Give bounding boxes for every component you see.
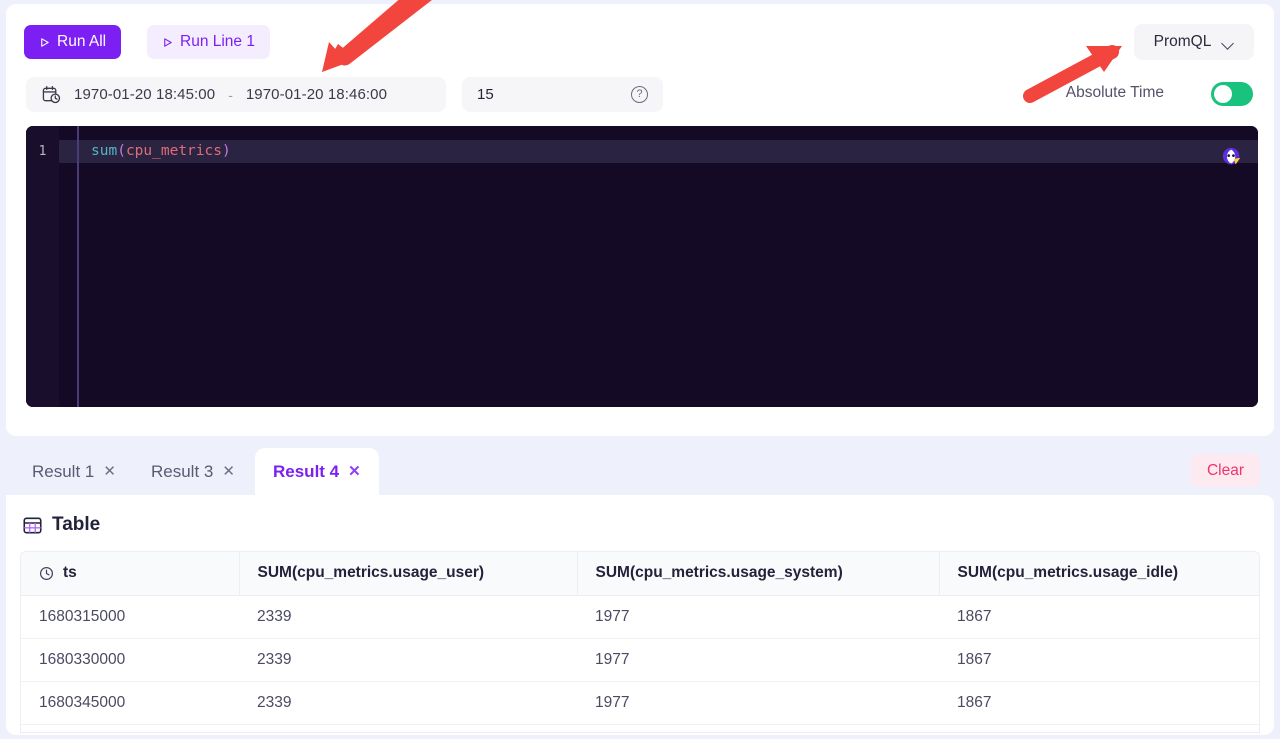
table-row[interactable]: 1680360000 2339 1977 1867 bbox=[21, 724, 1260, 733]
cell-usage-idle: 1867 bbox=[939, 595, 1260, 638]
result-tab-3[interactable]: Result 3 ✕ bbox=[133, 448, 253, 495]
code-token-close-paren: ) bbox=[222, 143, 231, 159]
table-header-row: ts SUM(cpu_metrics.usage_user) SUM(cpu_m… bbox=[21, 552, 1260, 595]
table-body: 1680315000 2339 1977 1867 1680330000 233… bbox=[21, 595, 1260, 733]
result-panel: Table bbox=[6, 495, 1274, 735]
chevron-down-icon bbox=[1223, 39, 1234, 46]
time-range-separator: - bbox=[228, 87, 233, 103]
play-triangle-icon bbox=[162, 37, 173, 48]
time-range-picker[interactable]: 1970-01-20 18:45:00 - 1970-01-20 18:46:0… bbox=[26, 77, 446, 112]
result-tab-1-close-icon[interactable]: ✕ bbox=[103, 464, 116, 479]
table-head: ts SUM(cpu_metrics.usage_user) SUM(cpu_m… bbox=[21, 552, 1260, 595]
run-all-button[interactable]: Run All bbox=[24, 25, 121, 59]
result-tabs: Result 1 ✕ Result 3 ✕ Result 4 ✕ Clear bbox=[0, 448, 1280, 495]
assistant-penguin-icon[interactable] bbox=[1221, 146, 1243, 168]
result-tab-3-close-icon[interactable]: ✕ bbox=[222, 464, 235, 479]
table-row[interactable]: 1680315000 2339 1977 1867 bbox=[21, 595, 1260, 638]
table-col-usage-system[interactable]: SUM(cpu_metrics.usage_system) bbox=[577, 552, 939, 595]
result-tab-1-label: Result 1 bbox=[32, 462, 94, 482]
code-token-function: sum bbox=[91, 143, 117, 159]
result-tab-1[interactable]: Result 1 ✕ bbox=[14, 448, 134, 495]
run-line-label: Run Line 1 bbox=[180, 33, 255, 51]
cell-ts: 1680345000 bbox=[21, 681, 239, 724]
code-token-identifier: cpu_metrics bbox=[126, 143, 222, 159]
result-tab-4[interactable]: Result 4 ✕ bbox=[255, 448, 379, 495]
editor-code-line[interactable]: sum(cpu_metrics) bbox=[91, 140, 231, 163]
query-editor[interactable]: 1 sum(cpu_metrics) bbox=[26, 126, 1258, 407]
question-circle-icon[interactable]: ? bbox=[631, 86, 648, 103]
query-console-app: Run All Run Line 1 PromQL bbox=[0, 0, 1280, 739]
table-col-usage-user[interactable]: SUM(cpu_metrics.usage_user) bbox=[239, 552, 577, 595]
query-panel: Run All Run Line 1 PromQL bbox=[6, 4, 1274, 436]
table-col-usage-user-label: SUM(cpu_metrics.usage_user) bbox=[258, 564, 485, 581]
cell-usage-system: 1977 bbox=[577, 681, 939, 724]
table-grid-icon bbox=[23, 516, 42, 535]
step-input[interactable] bbox=[477, 86, 617, 103]
calendar-clock-icon bbox=[42, 85, 61, 104]
cell-usage-user: 2339 bbox=[239, 595, 577, 638]
run-all-label: Run All bbox=[57, 33, 106, 51]
editor-line-number: 1 bbox=[26, 140, 59, 163]
clear-button-label: Clear bbox=[1207, 462, 1244, 480]
toggle-knob bbox=[1214, 85, 1232, 103]
cell-ts: 1680330000 bbox=[21, 638, 239, 681]
time-range-start: 1970-01-20 18:45:00 bbox=[74, 86, 215, 103]
result-tab-4-close-icon[interactable]: ✕ bbox=[348, 464, 361, 479]
cell-usage-user: 2339 bbox=[239, 724, 577, 733]
result-table: ts SUM(cpu_metrics.usage_user) SUM(cpu_m… bbox=[21, 552, 1260, 733]
absolute-time-label: Absolute Time bbox=[1066, 84, 1164, 102]
result-section-title: Table bbox=[23, 514, 100, 536]
result-tab-4-label: Result 4 bbox=[273, 462, 339, 482]
cell-usage-idle: 1867 bbox=[939, 638, 1260, 681]
editor-gutter-rule bbox=[77, 126, 79, 407]
clear-button[interactable]: Clear bbox=[1191, 454, 1260, 487]
cell-usage-system: 1977 bbox=[577, 724, 939, 733]
table-col-ts[interactable]: ts bbox=[21, 552, 239, 595]
clock-icon bbox=[39, 566, 54, 581]
cell-usage-user: 2339 bbox=[239, 681, 577, 724]
table-col-usage-system-label: SUM(cpu_metrics.usage_system) bbox=[596, 564, 843, 581]
table-col-usage-idle-label: SUM(cpu_metrics.usage_idle) bbox=[958, 564, 1179, 581]
cell-ts: 1680315000 bbox=[21, 595, 239, 638]
cell-usage-user: 2339 bbox=[239, 638, 577, 681]
cell-usage-idle: 1867 bbox=[939, 724, 1260, 733]
editor-gutter bbox=[26, 126, 59, 407]
table-row[interactable]: 1680345000 2339 1977 1867 bbox=[21, 681, 1260, 724]
cell-usage-system: 1977 bbox=[577, 638, 939, 681]
code-token-open-paren: ( bbox=[117, 143, 126, 159]
result-table-container[interactable]: ts SUM(cpu_metrics.usage_user) SUM(cpu_m… bbox=[20, 551, 1260, 733]
result-tab-3-label: Result 3 bbox=[151, 462, 213, 482]
table-col-usage-idle[interactable]: SUM(cpu_metrics.usage_idle) bbox=[939, 552, 1260, 595]
play-triangle-icon bbox=[39, 37, 50, 48]
query-toolbar: Run All Run Line 1 PromQL bbox=[6, 4, 1274, 66]
run-line-button[interactable]: Run Line 1 bbox=[147, 25, 270, 59]
editor-surface[interactable]: 1 sum(cpu_metrics) bbox=[26, 126, 1258, 407]
cell-ts: 1680360000 bbox=[21, 724, 239, 733]
time-range-end: 1970-01-20 18:46:00 bbox=[246, 86, 387, 103]
language-select[interactable]: PromQL bbox=[1134, 24, 1254, 60]
language-select-value: PromQL bbox=[1154, 33, 1212, 51]
step-field[interactable]: ? bbox=[462, 77, 663, 112]
cell-usage-idle: 1867 bbox=[939, 681, 1260, 724]
cell-usage-system: 1977 bbox=[577, 595, 939, 638]
table-col-ts-label: ts bbox=[63, 564, 77, 582]
table-row[interactable]: 1680330000 2339 1977 1867 bbox=[21, 638, 1260, 681]
absolute-time-toggle[interactable] bbox=[1211, 82, 1253, 106]
result-section-title-label: Table bbox=[52, 514, 100, 536]
